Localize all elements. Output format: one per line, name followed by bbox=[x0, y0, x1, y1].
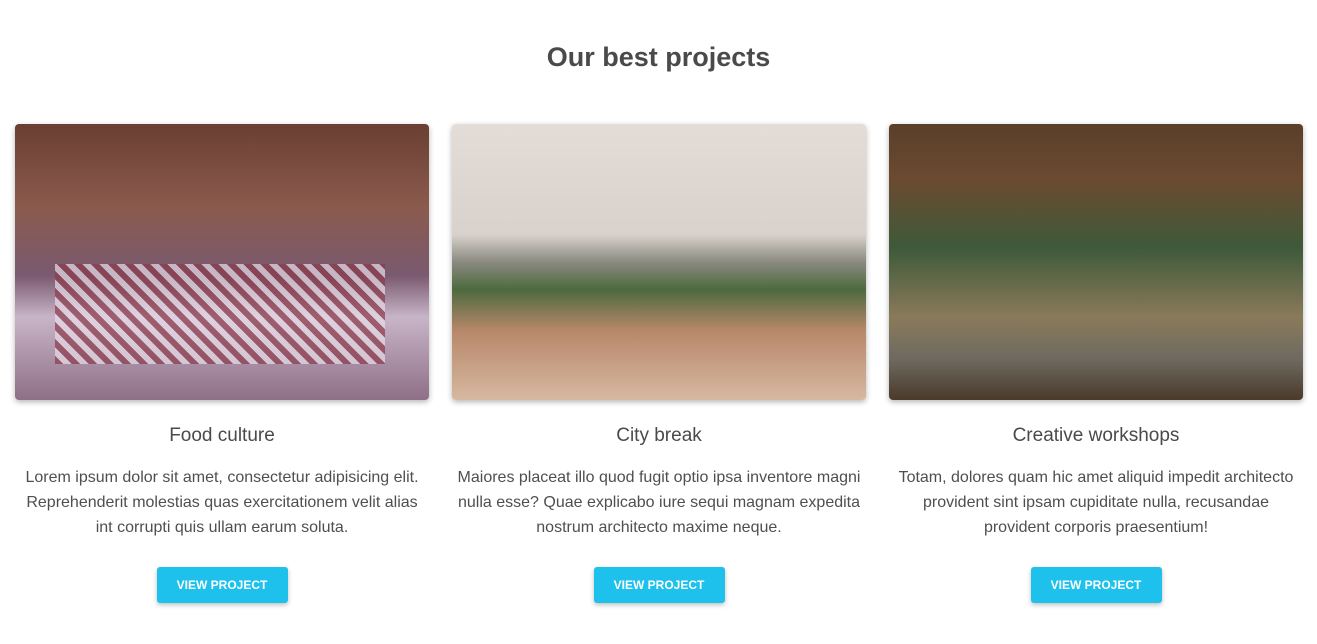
project-image-coastal-town bbox=[452, 124, 866, 400]
project-description: Lorem ipsum dolor sit amet, consectetur … bbox=[25, 469, 419, 536]
view-project-button[interactable]: VIEW PROJECT bbox=[156, 567, 288, 603]
view-project-button[interactable]: VIEW PROJECT bbox=[1030, 567, 1162, 603]
project-title: Creative workshops bbox=[1012, 425, 1180, 446]
project-title: City break bbox=[616, 425, 702, 446]
project-image-living-room bbox=[889, 124, 1303, 400]
section-title: Our best projects bbox=[546, 42, 771, 72]
view-project-button[interactable]: VIEW PROJECT bbox=[593, 567, 725, 603]
project-description: Maiores placeat illo quod fugit optio ip… bbox=[457, 469, 861, 536]
project-image-restaurant bbox=[15, 124, 429, 400]
project-card: Food culture Lorem ipsum dolor sit amet,… bbox=[15, 124, 429, 603]
project-card: City break Maiores placeat illo quod fug… bbox=[452, 124, 866, 603]
project-card: Creative workshops Totam, dolores quam h… bbox=[889, 124, 1303, 603]
project-description: Totam, dolores quam hic amet aliquid imp… bbox=[898, 469, 1294, 536]
project-title: Food culture bbox=[169, 425, 275, 446]
